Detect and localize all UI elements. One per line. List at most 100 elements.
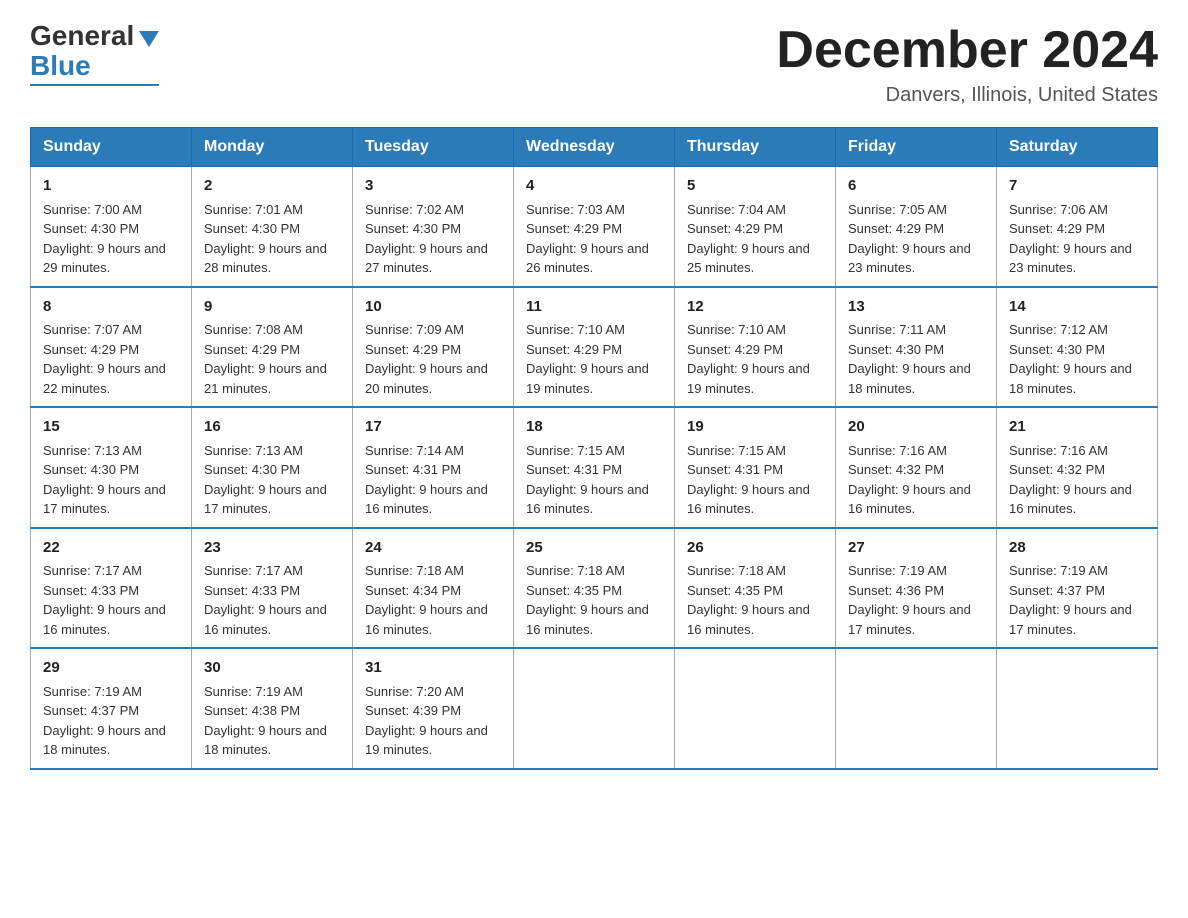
daylight-label: Daylight: 9 hours and 22 minutes. [43, 361, 166, 396]
location-subtitle: Danvers, Illinois, United States [776, 84, 1158, 107]
day-info: Sunrise: 7:16 AMSunset: 4:32 PMDaylight:… [848, 441, 984, 519]
day-info: Sunrise: 7:11 AMSunset: 4:30 PMDaylight:… [848, 320, 984, 398]
day-info: Sunrise: 7:06 AMSunset: 4:29 PMDaylight:… [1009, 200, 1145, 278]
sunrise-label: Sunrise: 7:19 AM [1009, 563, 1108, 578]
sunrise-label: Sunrise: 7:01 AM [204, 202, 303, 217]
sunrise-label: Sunrise: 7:00 AM [43, 202, 142, 217]
sunset-label: Sunset: 4:37 PM [43, 703, 139, 718]
daylight-label: Daylight: 9 hours and 18 minutes. [848, 361, 971, 396]
calendar-cell: 31 Sunrise: 7:20 AM Sunset: 4:39 PM Dayligh… [353, 648, 514, 769]
sunset-label: Sunset: 4:30 PM [1009, 342, 1105, 357]
calendar-cell: 16Sunrise: 7:13 AMSunset: 4:30 PMDayligh… [192, 407, 353, 528]
daylight-label: Daylight: 9 hours and 16 minutes. [204, 602, 327, 637]
day-number: 14 [1009, 296, 1145, 319]
calendar-cell: 9Sunrise: 7:08 AMSunset: 4:29 PMDaylight… [192, 287, 353, 408]
header-cell-thursday: Thursday [675, 128, 836, 167]
day-number: 19 [687, 416, 823, 439]
sunset-label: Sunset: 4:30 PM [204, 462, 300, 477]
day-info: Sunrise: 7:04 AM Sunset: 4:29 PM Daylight:… [687, 200, 823, 278]
logo-arrow-icon [139, 31, 159, 47]
header-cell-friday: Friday [836, 128, 997, 167]
logo-underline [30, 84, 159, 86]
calendar-header: SundayMondayTuesdayWednesdayThursdayFrid… [31, 128, 1158, 167]
day-info: Sunrise: 7:17 AMSunset: 4:33 PMDaylight:… [43, 561, 179, 639]
sunset-label: Sunset: 4:31 PM [526, 462, 622, 477]
sunset-label: Sunset: 4:39 PM [365, 703, 461, 718]
calendar-cell: 2Sunrise: 7:01 AMSunset: 4:30 PMDaylight… [192, 167, 353, 287]
calendar-cell: 26Sunrise: 7:18 AMSunset: 4:35 PMDayligh… [675, 528, 836, 649]
sunrise-label: Sunrise: 7:04 AM [687, 202, 786, 217]
calendar-table: SundayMondayTuesdayWednesdayThursdayFrid… [30, 127, 1158, 770]
calendar-cell: 15Sunrise: 7:13 AMSunset: 4:30 PMDayligh… [31, 407, 192, 528]
sunset-label: Sunset: 4:29 PM [365, 342, 461, 357]
sunrise-label: Sunrise: 7:03 AM [526, 202, 625, 217]
sunrise-label: Sunrise: 7:20 AM [365, 684, 464, 699]
calendar-cell: 12Sunrise: 7:10 AMSunset: 4:29 PMDayligh… [675, 287, 836, 408]
day-info: Sunrise: 7:07 AM Sunset: 4:29 PM Daylight:… [43, 320, 179, 398]
daylight-label: Daylight: 9 hours and 16 minutes. [365, 602, 488, 637]
daylight-label: Daylight: 9 hours and 16 minutes. [526, 482, 649, 517]
title-section: December 2024 Danvers, Illinois, United … [776, 20, 1158, 107]
day-number: 20 [848, 416, 984, 439]
day-info: Sunrise: 7:18 AMSunset: 4:35 PMDaylight:… [687, 561, 823, 639]
calendar-cell: 28Sunrise: 7:19 AMSunset: 4:37 PMDayligh… [997, 528, 1158, 649]
day-info: Sunrise: 7:03 AMSunset: 4:29 PMDaylight:… [526, 200, 662, 278]
day-info: Sunrise: 7:15 AM Sunset: 4:31 PM Daylight:… [526, 441, 662, 519]
calendar-cell: 21Sunrise: 7:16 AMSunset: 4:32 PMDayligh… [997, 407, 1158, 528]
daylight-label: Daylight: 9 hours and 16 minutes. [1009, 482, 1132, 517]
day-number: 18 [526, 416, 662, 439]
day-number: 2 [204, 175, 340, 198]
sunrise-label: Sunrise: 7:02 AM [365, 202, 464, 217]
calendar-body: 1 Sunrise: 7:00 AM Sunset: 4:30 PM Daylight… [31, 167, 1158, 769]
daylight-label: Daylight: 9 hours and 25 minutes. [687, 241, 810, 276]
header-row: SundayMondayTuesdayWednesdayThursdayFrid… [31, 128, 1158, 167]
day-info: Sunrise: 7:13 AM Sunset: 4:30 PM Daylight:… [43, 441, 179, 519]
day-number: 9 [204, 296, 340, 319]
sunrise-label: Sunrise: 7:13 AM [43, 443, 142, 458]
day-info: Sunrise: 7:09 AMSunset: 4:29 PMDaylight:… [365, 320, 501, 398]
daylight-label: Daylight: 9 hours and 21 minutes. [204, 361, 327, 396]
sunset-label: Sunset: 4:37 PM [1009, 583, 1105, 598]
day-number: 7 [1009, 175, 1145, 198]
sunset-label: Sunset: 4:29 PM [43, 342, 139, 357]
day-number: 16 [204, 416, 340, 439]
calendar-cell [997, 648, 1158, 769]
sunset-label: Sunset: 4:32 PM [1009, 462, 1105, 477]
calendar-cell: 19Sunrise: 7:15 AMSunset: 4:31 PMDayligh… [675, 407, 836, 528]
calendar-cell [836, 648, 997, 769]
sunrise-label: Sunrise: 7:13 AM [204, 443, 303, 458]
sunrise-label: Sunrise: 7:08 AM [204, 322, 303, 337]
daylight-label: Daylight: 9 hours and 17 minutes. [43, 482, 166, 517]
daylight-label: Daylight: 9 hours and 18 minutes. [1009, 361, 1132, 396]
calendar-cell: 13Sunrise: 7:11 AMSunset: 4:30 PMDayligh… [836, 287, 997, 408]
sunset-label: Sunset: 4:36 PM [848, 583, 944, 598]
day-number: 3 [365, 175, 501, 198]
day-number: 31 [365, 657, 501, 680]
sunset-label: Sunset: 4:30 PM [43, 462, 139, 477]
sunrise-label: Sunrise: 7:15 AM [526, 443, 625, 458]
day-info: Sunrise: 7:17 AMSunset: 4:33 PMDaylight:… [204, 561, 340, 639]
day-number: 24 [365, 537, 501, 560]
day-info: Sunrise: 7:19 AMSunset: 4:36 PMDaylight:… [848, 561, 984, 639]
sunset-label: Sunset: 4:33 PM [204, 583, 300, 598]
sunrise-label: Sunrise: 7:19 AM [43, 684, 142, 699]
day-info: Sunrise: 7:10 AMSunset: 4:29 PMDaylight:… [687, 320, 823, 398]
day-number: 1 [43, 175, 179, 198]
day-number: 5 [687, 175, 823, 198]
sunset-label: Sunset: 4:29 PM [1009, 221, 1105, 236]
sunrise-label: Sunrise: 7:11 AM [848, 322, 946, 337]
calendar-cell [675, 648, 836, 769]
daylight-label: Daylight: 9 hours and 16 minutes. [526, 602, 649, 637]
sunrise-label: Sunrise: 7:07 AM [43, 322, 142, 337]
sunset-label: Sunset: 4:29 PM [687, 221, 783, 236]
daylight-label: Daylight: 9 hours and 17 minutes. [1009, 602, 1132, 637]
day-number: 17 [365, 416, 501, 439]
daylight-label: Daylight: 9 hours and 16 minutes. [848, 482, 971, 517]
sunrise-label: Sunrise: 7:16 AM [848, 443, 947, 458]
daylight-label: Daylight: 9 hours and 19 minutes. [365, 723, 488, 758]
calendar-cell: 8Sunrise: 7:07 AMSunset: 4:29 PMDaylight… [31, 287, 192, 408]
sunrise-label: Sunrise: 7:18 AM [365, 563, 464, 578]
sunset-label: Sunset: 4:38 PM [204, 703, 300, 718]
day-info: Sunrise: 7:14 AMSunset: 4:31 PMDaylight:… [365, 441, 501, 519]
daylight-label: Daylight: 9 hours and 19 minutes. [526, 361, 649, 396]
